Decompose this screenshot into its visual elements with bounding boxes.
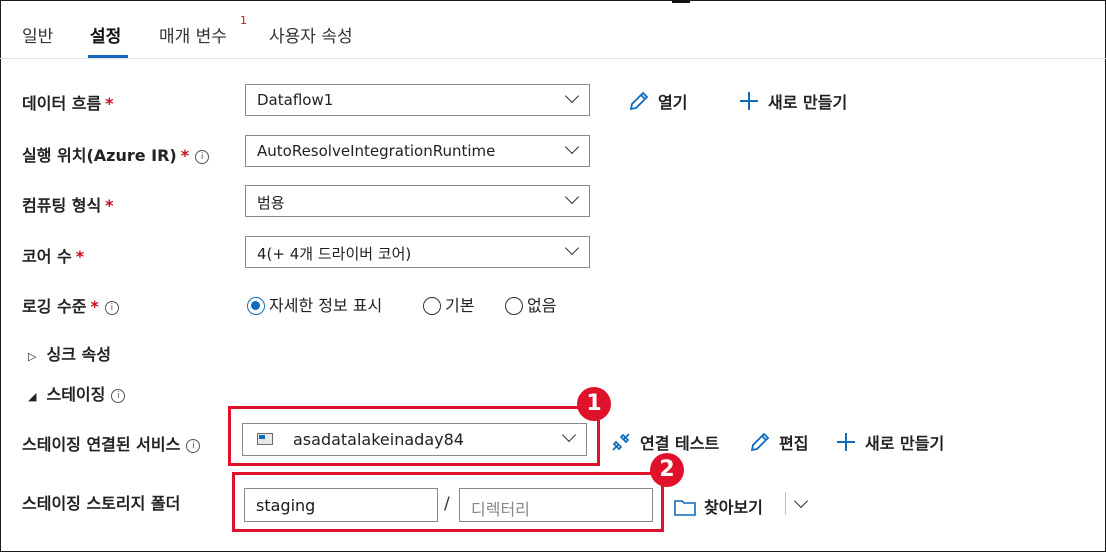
logging-label: 로깅 수준 * i <box>22 293 119 317</box>
runtime-dropdown[interactable]: AutoResolveIntegrationRuntime <box>245 135 590 167</box>
new-service-button[interactable]: 새로 만들기 <box>835 430 944 454</box>
test-connection-button[interactable]: 연결 테스트 <box>610 430 719 454</box>
collapse-icon: ◢ <box>28 390 37 403</box>
staging-service-dropdown[interactable]: asadatalakeinaday84 <box>242 423 587 456</box>
divider <box>785 492 786 514</box>
tab-user-properties[interactable]: 사용자 속성 <box>269 22 353 47</box>
info-icon[interactable]: i <box>186 439 201 453</box>
expand-right-icon: ▷ <box>28 350 37 363</box>
staging-container-value: staging <box>256 496 316 515</box>
frame-border <box>0 0 1106 552</box>
info-icon[interactable]: i <box>195 150 210 164</box>
staging-container-input[interactable]: staging <box>244 488 438 522</box>
logging-option-none[interactable]: 없음 <box>505 292 556 316</box>
dataflow-label: 데이터 흐름 * <box>22 94 114 113</box>
chevron-down-icon <box>564 189 580 205</box>
radio-icon <box>423 297 441 315</box>
info-icon[interactable]: i <box>111 389 126 403</box>
core-count-label: 코어 수 * <box>22 247 85 266</box>
chevron-down-icon <box>561 427 577 443</box>
staging-service-label: 스테이징 연결된 서비스 i <box>22 431 201 455</box>
dataflow-value: Dataflow1 <box>257 91 334 109</box>
parameters-badge: 1 <box>240 14 247 27</box>
radio-icon <box>505 297 523 315</box>
open-dataflow-button[interactable]: 열기 <box>628 89 687 113</box>
tab-general[interactable]: 일반 <box>22 22 53 47</box>
staging-folder-label: 스테이징 스토리지 폴더 <box>22 494 181 513</box>
chevron-down-icon <box>564 240 580 256</box>
tab-settings[interactable]: 설정 <box>90 22 121 47</box>
chevron-down-icon <box>564 88 580 104</box>
path-separator: / <box>444 494 450 514</box>
tab-bar: 일반 설정 매개 변수 1 사용자 속성 <box>0 0 1106 59</box>
staging-section-toggle[interactable]: ◢ 스테이징 i <box>28 381 126 405</box>
pencil-icon <box>750 432 770 452</box>
active-tab-indicator <box>88 55 128 58</box>
core-count-value: 4(+ 4개 드라이버 코어) <box>257 245 412 263</box>
radio-selected-icon <box>247 297 265 315</box>
info-icon[interactable]: i <box>104 301 119 315</box>
compute-type-dropdown[interactable]: 범용 <box>245 185 590 217</box>
dataflow-dropdown[interactable]: Dataflow1 <box>245 84 590 116</box>
chevron-down-icon <box>564 139 580 155</box>
compute-type-label: 컴퓨팅 형식 * <box>22 196 114 215</box>
sink-section-toggle[interactable]: ▷ 싱크 속성 <box>28 341 111 365</box>
pencil-icon <box>629 91 649 111</box>
connection-test-icon <box>612 433 630 451</box>
directory-placeholder: 디렉터리 <box>471 500 530 519</box>
folder-icon <box>674 500 696 516</box>
callout-marker-1: 1 <box>577 387 611 421</box>
plus-icon <box>837 433 855 451</box>
staging-service-value: asadatalakeinaday84 <box>293 430 464 449</box>
logging-option-basic[interactable]: 기본 <box>423 292 474 316</box>
compute-type-value: 범용 <box>257 194 285 212</box>
core-count-dropdown[interactable]: 4(+ 4개 드라이버 코어) <box>245 236 590 268</box>
edit-service-button[interactable]: 편집 <box>749 430 808 454</box>
logging-option-verbose[interactable]: 자세한 정보 표시 <box>247 292 382 316</box>
runtime-label: 실행 위치(Azure IR) * i <box>22 142 210 166</box>
new-dataflow-button[interactable]: 새로 만들기 <box>738 89 847 113</box>
browse-button[interactable]: 찾아보기 <box>674 494 763 518</box>
storage-service-icon <box>257 433 273 445</box>
callout-marker-2: 2 <box>650 453 684 487</box>
staging-directory-input[interactable]: 디렉터리 <box>459 488 653 522</box>
plus-icon <box>740 92 758 110</box>
runtime-value: AutoResolveIntegrationRuntime <box>257 142 496 160</box>
tab-parameters[interactable]: 매개 변수 <box>159 22 227 47</box>
